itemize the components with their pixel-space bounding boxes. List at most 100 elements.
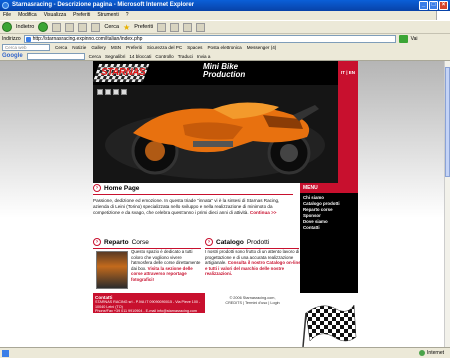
logo-subtitle: Mini Bike Production <box>203 63 245 79</box>
arrow-icon: › <box>205 238 213 246</box>
google-item[interactable]: Cerca <box>89 54 101 59</box>
menu-list: Chi siamo Catalogo prodotti Reparto cors… <box>300 193 358 233</box>
arrow-icon: › <box>93 238 101 246</box>
window-title: Starnasracing - Descrizione pagina - Mic… <box>12 2 195 8</box>
page-done-icon <box>2 350 9 357</box>
favorites-button-label[interactable]: Preferiti <box>134 24 153 30</box>
links-item[interactable]: Spaces <box>187 45 202 50</box>
internet-zone-icon <box>419 350 426 356</box>
home-text: Passione, dedizione ed emozione. In ques… <box>93 198 293 215</box>
go-arrow-icon[interactable] <box>398 34 408 43</box>
catalogo-title-light: Prodotti <box>246 238 270 246</box>
google-item[interactable]: Traduci <box>178 54 193 59</box>
google-search-input[interactable] <box>26 52 85 60</box>
address-input[interactable]: http://starnasracing.expinno.com/italian… <box>23 34 396 43</box>
menu-title: MENU <box>300 183 358 193</box>
links-item[interactable]: Sicurezza del PC <box>147 45 182 50</box>
reparto-title-bold: Reparto <box>104 238 129 246</box>
logo-subtitle-line: Production <box>203 70 246 79</box>
home-icon[interactable] <box>78 22 88 32</box>
links-item[interactable]: Posta elettronica <box>207 45 241 50</box>
hero-image <box>93 85 358 183</box>
google-logo: Google <box>2 53 23 59</box>
home-title: › Home Page <box>93 183 300 193</box>
google-item[interactable]: Controllo <box>155 54 173 59</box>
links-item[interactable]: Gallery <box>91 45 106 50</box>
close-button[interactable]: × <box>439 1 448 10</box>
site-container: STARNAS Mini Bike Production IT | EN › H… <box>92 61 358 347</box>
title-bar: Starnasracing - Descrizione pagina - Mic… <box>0 0 450 11</box>
print-icon[interactable] <box>183 22 193 32</box>
refresh-icon[interactable] <box>65 22 75 32</box>
reparto-text: Questo spazio è dedicato a tutti coloro … <box>131 249 201 283</box>
links-item[interactable]: Preferiti <box>126 45 142 50</box>
menu-item-contatti[interactable]: Contatti <box>303 225 355 231</box>
language-switch[interactable]: IT | EN <box>338 61 358 85</box>
motorbike-image <box>93 85 338 183</box>
mail-image-icon[interactable] <box>113 89 119 95</box>
forward-arrow-icon[interactable] <box>38 22 49 32</box>
menu-strumenti[interactable]: Strumenti <box>97 11 118 20</box>
reparto-title: › Reparto Corse <box>93 237 203 247</box>
folder-image-icon[interactable] <box>121 89 127 95</box>
vertical-scrollbar[interactable] <box>444 61 450 347</box>
mail-icon[interactable] <box>170 22 180 32</box>
site-logo[interactable]: STARNAS <box>101 67 146 78</box>
google-toolbar: Google Cerca Segnalibri 14 bloccati Cont… <box>0 52 450 61</box>
edit-icon[interactable] <box>196 22 206 32</box>
back-button-label[interactable]: Indietro <box>16 24 34 30</box>
links-item[interactable]: Cerca <box>55 45 67 50</box>
catalogo-title-bold: Catalogo <box>216 238 244 246</box>
go-button-label[interactable]: Vai <box>411 36 418 42</box>
reparto-corse-section: › Reparto Corse Questo spazio è dedicato… <box>93 237 203 289</box>
home-title-text: Home Page <box>104 184 140 192</box>
google-item[interactable]: 14 bloccati <box>129 54 151 59</box>
scrollbar-thumb[interactable] <box>445 67 450 177</box>
links-item[interactable]: MSN <box>111 45 121 50</box>
menu-preferiti[interactable]: Preferiti <box>73 11 90 20</box>
menu-bar: File Modifica Visualizza Preferiti Strum… <box>0 11 450 20</box>
menu-file[interactable]: File <box>3 11 11 20</box>
windows-logo-icon <box>436 11 450 20</box>
menu-help[interactable]: ? <box>126 11 129 20</box>
search-button-label[interactable]: Cerca <box>104 24 119 30</box>
footer-links[interactable]: CREDITS | Termini d'uso | Login <box>205 301 300 306</box>
checkered-flag-image <box>300 293 358 347</box>
catalogo-title: › Catalogo Prodotti <box>205 237 301 247</box>
minimize-button[interactable]: _ <box>419 1 428 10</box>
favorites-star-icon[interactable]: ★ <box>123 23 130 32</box>
catalogo-text: I nostri prodotti sono frutto di un atte… <box>205 249 301 277</box>
site-footer: Contatti STARNAS RACING srl - P.IVA IT 0… <box>93 293 300 347</box>
google-item[interactable]: Segnalibri <box>105 54 125 59</box>
copyright: © 2006 Starnasracing.com, CREDITS | Term… <box>205 296 300 306</box>
page-viewport: STARNAS Mini Bike Production IT | EN › H… <box>0 61 444 347</box>
site-header: STARNAS Mini Bike Production IT | EN <box>92 61 358 85</box>
contact-phone-email[interactable]: Phone/Fax +39 011 9910904 - E-mail info@… <box>95 309 203 314</box>
web-search-input[interactable]: Cerca web <box>2 44 50 51</box>
save-image-icon[interactable] <box>97 89 103 95</box>
menu-modifica[interactable]: Modifica <box>18 11 37 20</box>
status-bar: Internet <box>0 347 450 358</box>
zone-label: Internet <box>427 350 444 356</box>
print-image-icon[interactable] <box>105 89 111 95</box>
arrow-icon: › <box>93 184 101 192</box>
reparto-title-light: Corse <box>131 238 149 246</box>
ie-icon <box>2 2 9 9</box>
hero-side-strip <box>338 85 358 183</box>
stop-icon[interactable] <box>52 22 62 32</box>
window-controls: _ □ × <box>419 1 448 10</box>
menu-visualizza[interactable]: Visualizza <box>44 11 66 20</box>
back-arrow-icon[interactable] <box>2 22 12 32</box>
continue-link[interactable]: Continua >> <box>250 210 277 215</box>
links-item[interactable]: Notizie <box>72 45 86 50</box>
google-item[interactable]: Invia a <box>197 54 211 59</box>
catalogo-section: › Catalogo Prodotti I nostri prodotti so… <box>205 237 301 276</box>
links-item[interactable]: Messenger (4) <box>247 45 277 50</box>
contact-address: STARNAS RACING srl - P.IVA IT 0909009001… <box>95 300 201 309</box>
address-bar: Indirizzo http://starnasracing.expinno.c… <box>0 34 450 43</box>
history-icon[interactable] <box>157 22 167 32</box>
links-bar: Cerca web Cerca Notizie Gallery MSN Pref… <box>0 43 450 52</box>
address-label: Indirizzo <box>2 35 21 42</box>
maximize-button[interactable]: □ <box>429 1 438 10</box>
search-icon[interactable] <box>91 22 101 32</box>
